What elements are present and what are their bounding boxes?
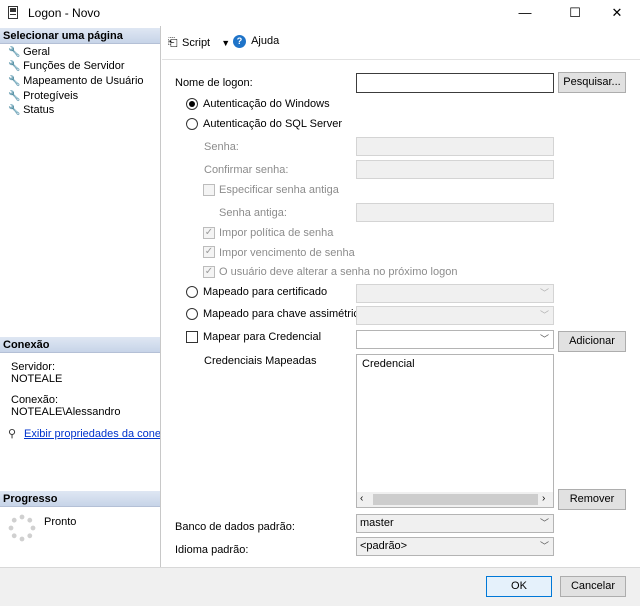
cert-mapped-label: Mapeado para certificado [203, 286, 328, 298]
mapped-credentials-label: Credenciais Mapeadas [204, 355, 317, 367]
sidebar-item-securables[interactable]: 🔧 Protegíveis [8, 89, 78, 103]
default-lang-select[interactable]: <padrão> ﹀ [356, 537, 554, 556]
progress-spinner-icon [8, 514, 36, 542]
asym-key-mapped-radio[interactable] [186, 308, 198, 320]
chevron-down-icon[interactable]: ▼ [221, 38, 230, 48]
enforce-policy-label: Impor política de senha [219, 227, 334, 239]
confirm-password-input[interactable] [356, 160, 554, 179]
progress-status: Pronto [44, 516, 77, 528]
sql-auth-label: Autenticação do SQL Server [203, 118, 343, 130]
default-db-select[interactable]: master ﹀ [356, 514, 554, 533]
sidebar-item-geral[interactable]: 🔧 Geral [8, 45, 50, 59]
chevron-down-icon: ﹀ [539, 288, 549, 298]
scroll-right-icon[interactable]: › [542, 493, 545, 504]
wrench-icon: 🔧 [8, 76, 21, 87]
connection-properties-link-row[interactable]: ⚲ Exibir propriedades da conexão [8, 427, 160, 441]
chevron-down-icon: ﹀ [539, 334, 549, 344]
enforce-expiration-label: Impor vencimento de senha [219, 247, 355, 259]
old-password-label: Senha antiga: [219, 207, 287, 219]
windows-auth-radio[interactable] [186, 98, 198, 110]
wrench-icon: 🔧 [8, 47, 21, 58]
add-button[interactable]: Adicionar [558, 331, 626, 352]
chevron-down-icon: ﹀ [539, 310, 549, 320]
connection-heading: Conexão [0, 337, 160, 353]
chevron-down-icon: ﹀ [539, 541, 549, 551]
wrench-icon: 🔧 [8, 61, 21, 72]
specify-old-password-label: Especificar senha antiga [219, 184, 339, 196]
login-name-label: Nome de logon: [175, 77, 253, 89]
close-button[interactable]: ✕ [594, 0, 640, 26]
app-icon [8, 6, 18, 19]
specify-old-password-checkbox[interactable] [203, 184, 215, 196]
sidebar-item-status[interactable]: 🔧 Status [8, 103, 54, 117]
cert-mapped-radio[interactable] [186, 286, 198, 298]
asym-key-mapped-label: Mapeado para chave assimétrica [203, 308, 366, 320]
select-page-heading: Selecionar uma página [0, 28, 160, 44]
script-button[interactable]: ⎗ Script ▼ [168, 35, 230, 51]
must-change-label: O usuário deve alterar a senha no próxim… [219, 266, 458, 278]
title-bar: Logon - Novo — ☐ ✕ [0, 0, 640, 26]
password-input[interactable] [356, 137, 554, 156]
mapped-credentials-list[interactable] [356, 354, 554, 508]
connection-properties-link[interactable]: Exibir propriedades da conexão [24, 428, 160, 440]
confirm-password-label: Confirmar senha: [204, 164, 289, 176]
script-icon: ⎗ [168, 35, 178, 49]
remove-button[interactable]: Remover [558, 489, 626, 510]
chevron-down-icon: ﹀ [539, 518, 549, 528]
connection-properties-icon: ⚲ [8, 428, 17, 440]
windows-auth-label: Autenticação do Windows [203, 98, 330, 110]
sql-auth-radio[interactable] [186, 118, 198, 130]
credential-select[interactable]: ﹀ [356, 330, 554, 349]
default-db-label: Banco de dados padrão: [175, 521, 295, 533]
sidebar-item-user-mapping[interactable]: 🔧 Mapeamento de Usuário [8, 74, 144, 88]
ok-button[interactable]: OK [486, 576, 552, 597]
help-button[interactable]: ? Ajuda [233, 35, 279, 51]
asym-key-select[interactable]: ﹀ [356, 306, 554, 325]
wrench-icon: 🔧 [8, 105, 21, 116]
enforce-policy-checkbox[interactable]: ✓ [203, 227, 215, 239]
minimize-button[interactable]: — [502, 0, 548, 26]
sidebar-item-server-roles[interactable]: 🔧 Funções de Servidor [8, 59, 125, 73]
wrench-icon: 🔧 [8, 91, 21, 102]
window-title: Logon - Novo [28, 6, 101, 20]
cancel-button[interactable]: Cancelar [560, 576, 626, 597]
map-credential-checkbox[interactable] [186, 331, 198, 343]
server-value: NOTEALE [11, 373, 63, 385]
must-change-checkbox[interactable]: ✓ [203, 266, 215, 278]
login-name-input[interactable] [356, 73, 554, 93]
scroll-left-icon[interactable]: ‹ [360, 493, 363, 504]
scrollbar-thumb[interactable] [373, 494, 538, 505]
progress-heading: Progresso [0, 491, 160, 507]
connection-value: NOTEALE\Alessandro [11, 406, 121, 418]
credentials-column-header: Credencial [362, 358, 415, 370]
help-icon: ? [233, 35, 246, 48]
maximize-button[interactable]: ☐ [552, 0, 598, 26]
old-password-input[interactable] [356, 203, 554, 222]
certificate-select[interactable]: ﹀ [356, 284, 554, 303]
enforce-expiration-checkbox[interactable]: ✓ [203, 246, 215, 258]
map-credential-label: Mapear para Credencial [203, 331, 322, 343]
search-button[interactable]: Pesquisar... [558, 72, 626, 93]
default-lang-label: Idioma padrão: [175, 544, 249, 556]
password-label: Senha: [204, 141, 239, 153]
